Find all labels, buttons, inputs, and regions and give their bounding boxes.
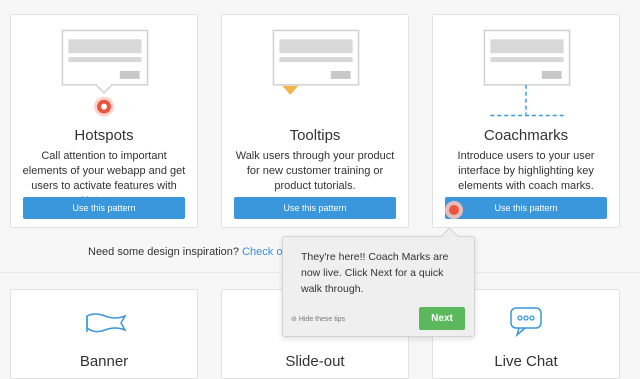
use-pattern-button[interactable]: Use this pattern [23,197,185,219]
banner-card: Banner [10,289,198,379]
card-description: Walk users through your product for new … [235,150,395,192]
card-title: Hotspots [74,127,134,144]
coachmarks-card: Coachmarks Introduce users to your user … [432,14,620,228]
use-pattern-button[interactable]: Use this pattern [445,197,607,219]
use-pattern-button[interactable]: Use this pattern [234,197,396,219]
hotspots-illustration [61,29,149,117]
card-title: Tooltips [289,127,341,144]
card-title: Live Chat [494,353,558,370]
card-description: Introduce users to your user interface b… [457,150,595,192]
inspiration-text: Need some design inspiration? [88,246,240,258]
hotspot-beacon-icon[interactable] [444,200,464,220]
tooltips-card: Tooltips Walk users through your product… [221,14,409,228]
popover-message: They're here!! Coach Marks are now live.… [301,251,449,295]
inspiration-line: Need some design inspiration? Check out … [88,246,307,258]
chat-bubble-icon [510,307,542,338]
hide-tips-link[interactable]: ⊘ Hide these tips [291,315,345,323]
hide-icon: ⊘ [291,316,297,323]
tooltips-illustration [272,29,360,95]
card-title: Slide-out [285,353,345,370]
coachmark-popover: They're here!! Coach Marks are now live.… [282,227,475,337]
next-button[interactable]: Next [419,307,465,330]
banner-ribbon-icon [86,313,127,333]
card-title: Coachmarks [483,127,569,144]
card-title: Banner [79,353,129,370]
hide-tips-label: Hide these tips [298,316,346,323]
popover-arrow [440,227,459,246]
hotspots-card: Hotspots Call attention to important ele… [10,14,198,228]
coachmarks-illustration [483,29,571,117]
